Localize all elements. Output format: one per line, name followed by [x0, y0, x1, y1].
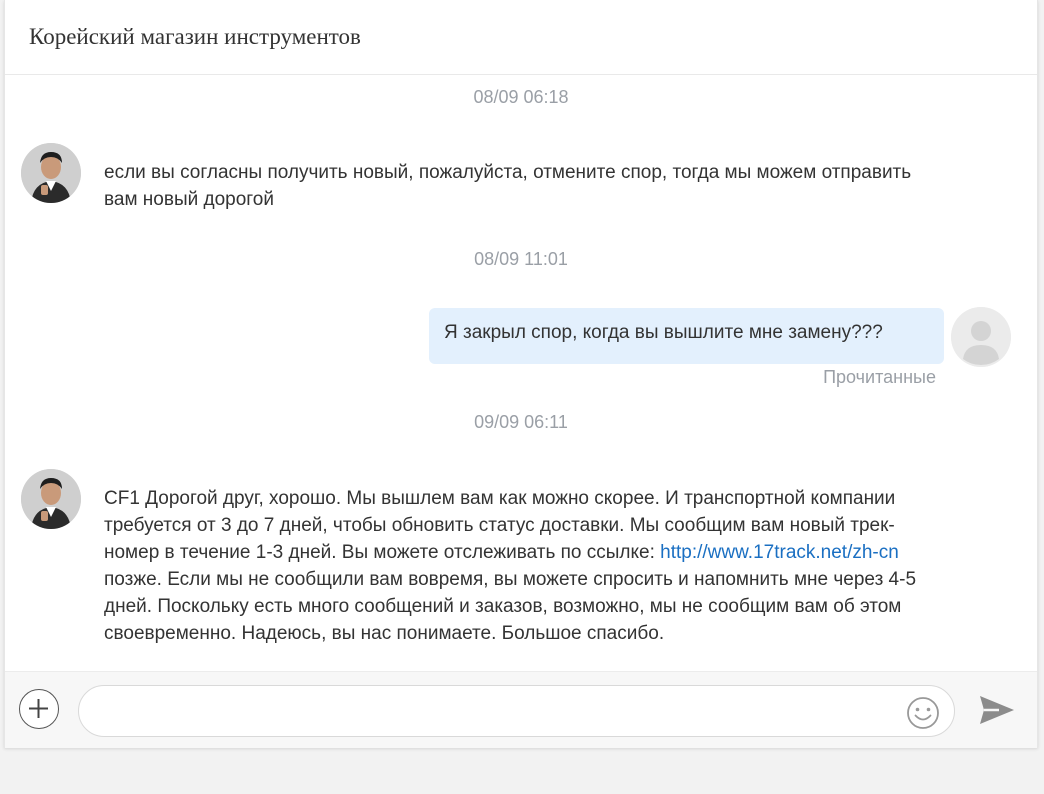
seller-avatar[interactable] [21, 469, 81, 529]
seller-avatar[interactable] [21, 143, 81, 203]
message-composer [5, 671, 1037, 748]
person-photo-icon [21, 469, 81, 529]
chat-window: Корейский магазин инструментов 08/09 06:… [4, 0, 1038, 748]
buyer-message-text: Я закрыл спор, когда вы вышлите мне заме… [444, 322, 883, 343]
message-input[interactable] [99, 694, 893, 730]
seller-message-text: если вы согласны получить новый, пожалуй… [104, 162, 912, 210]
chat-title: Корейский магазин инструментов [29, 24, 361, 49]
message-text-part: позже. Если мы не сообщили вам вовремя, … [104, 569, 917, 644]
smiley-icon [907, 697, 939, 729]
plus-icon [29, 699, 48, 718]
message-timestamp: 09/09 06:11 [474, 412, 568, 432]
read-status: Прочитанные [823, 367, 936, 387]
person-photo-icon [21, 143, 81, 203]
emoji-button[interactable] [906, 696, 940, 730]
default-user-icon [951, 307, 1011, 367]
chat-header: Корейский магазин инструментов [5, 0, 1037, 75]
attach-button[interactable] [19, 689, 59, 729]
buyer-message-bubble: Я закрыл спор, когда вы вышлите мне заме… [429, 308, 944, 364]
seller-message-text: CF1 Дорогой друг, хорошо. Мы вышлем вам … [104, 485, 924, 647]
send-button[interactable] [977, 692, 1017, 728]
buyer-avatar[interactable] [951, 307, 1011, 367]
tracking-link[interactable]: http://www.17track.net/zh-cn [660, 542, 899, 563]
send-arrow-icon [980, 696, 1014, 724]
message-timestamp: 08/09 11:01 [474, 249, 568, 269]
message-input-box [78, 685, 955, 737]
message-list[interactable]: 08/09 06:18 если вы согласны получить но… [5, 75, 1037, 670]
message-timestamp: 08/09 06:18 [473, 87, 569, 107]
